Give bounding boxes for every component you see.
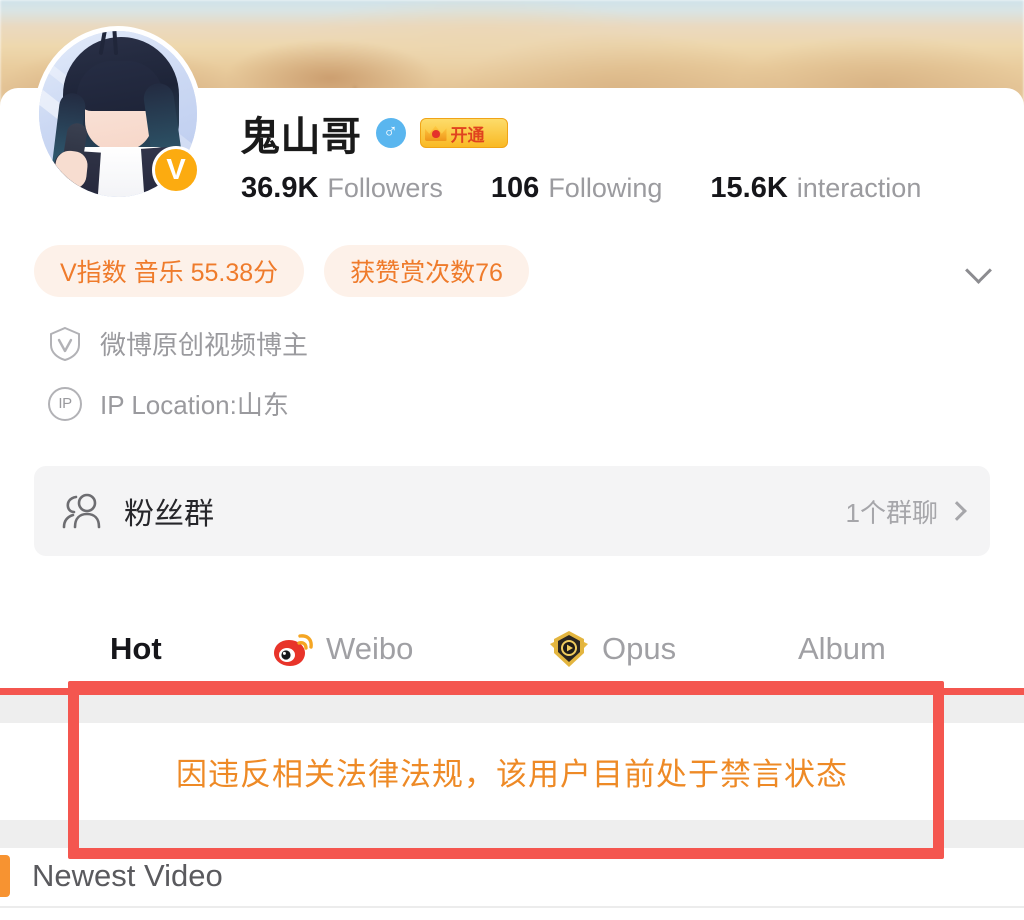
avatar[interactable]: V [34, 26, 202, 202]
weibo-profile-screen: V 鬼山哥 ♂ 开通 36.9K Followers 106 Following… [0, 0, 1024, 920]
vip-activate-badge[interactable]: 开通 [419, 118, 508, 148]
newest-video-accent-bar [0, 855, 10, 897]
pill-rewards-count[interactable]: 获赞赏次数76 [324, 245, 529, 297]
name-row: 鬼山哥 ♂ 开通 [240, 104, 508, 162]
stat-label: Followers [327, 173, 443, 203]
ip-location-icon: IP [48, 386, 82, 421]
tab-album[interactable]: Album [798, 631, 886, 667]
chevron-down-icon[interactable] [966, 258, 992, 284]
chevron-right-icon [947, 501, 967, 521]
tab-label: Weibo [326, 631, 414, 666]
tab-weibo[interactable]: Weibo [272, 629, 413, 669]
stat-value: 106 [490, 172, 540, 204]
stat-label: Following [548, 173, 663, 203]
newest-video-label: Newest Video [32, 858, 223, 893]
stat-followers[interactable]: 36.9K Followers [241, 172, 443, 205]
pill-v-index[interactable]: V指数 音乐 55.38分 [34, 245, 305, 297]
fan-group-title: 粉丝群 [124, 498, 214, 531]
tab-label: Hot [110, 631, 162, 666]
stat-value: 36.9K [241, 172, 319, 204]
opus-shield-icon [548, 628, 590, 670]
vip-badge-label: 开通 [450, 125, 485, 145]
stat-following[interactable]: 106 Following [491, 172, 662, 205]
stat-interaction[interactable]: 15.6K interaction [710, 172, 921, 205]
tab-hot[interactable]: Hot [110, 631, 162, 667]
verified-badge-icon[interactable]: V [152, 146, 200, 194]
bottom-divider [0, 906, 1024, 908]
restriction-notice: 因违反相关法律法规，该用户目前处于禁言状态 [0, 723, 1024, 820]
content-band-bottom [0, 820, 1024, 848]
tab-label: Album [798, 631, 886, 666]
page-title: 鬼山哥 [240, 115, 362, 159]
people-icon [60, 491, 104, 531]
stat-value: 15.6K [710, 172, 788, 204]
info-row-creator-type: 微博原创视频博主 [48, 325, 308, 362]
shield-v-icon [48, 326, 82, 362]
tab-indicator [0, 688, 1024, 695]
info-text: IP Location:山东 [100, 390, 289, 420]
fan-group-left: 粉丝群 [60, 489, 214, 533]
tab-label: Opus [602, 631, 677, 666]
fan-group-meta: 1个群聊 [845, 493, 967, 530]
info-row-ip-location: IP IP Location:山东 [48, 385, 289, 422]
restriction-notice-text: 因违反相关法律法规，该用户目前处于禁言状态 [176, 757, 848, 792]
badge-pill-row: V指数 音乐 55.38分 获赞赏次数76 [34, 245, 529, 297]
content-band-top [0, 695, 1024, 723]
stats-row: 36.9K Followers 106 Following 15.6K inte… [241, 172, 921, 205]
fan-group-count: 1个群聊 [845, 497, 938, 528]
weibo-eye-icon [272, 629, 314, 669]
male-symbol-icon: ♂ [375, 118, 406, 148]
fan-group-row[interactable]: 粉丝群 1个群聊 [34, 466, 990, 556]
info-text: 微博原创视频博主 [100, 330, 309, 360]
stat-label: interaction [796, 173, 922, 203]
crown-icon [423, 121, 449, 145]
tab-opus[interactable]: Opus [548, 628, 676, 670]
tab-bar: Hot Weibo Opus Album [0, 608, 1024, 690]
